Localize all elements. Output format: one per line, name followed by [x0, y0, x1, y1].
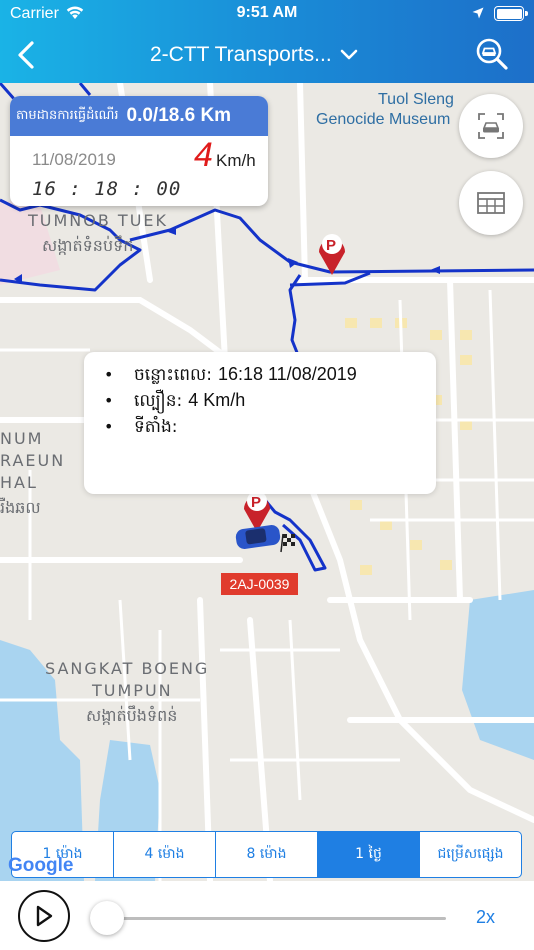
info-row-speed: • ល្បឿន: 4 Km/h	[104, 390, 436, 416]
search-car-icon	[476, 38, 508, 70]
info-bullet: •	[104, 391, 114, 410]
playback-slider[interactable]	[89, 901, 446, 935]
info-label-location: ទីតាំង:	[134, 417, 178, 437]
status-bar: Carrier 9:51 AM	[0, 0, 534, 28]
playback-bar: 2x	[0, 881, 534, 950]
map-label-boeng-2: TUMPUN	[92, 681, 173, 700]
back-button[interactable]	[10, 36, 46, 74]
time-range-segments: 1 ម៉ោង 4 ម៉ោង 8 ម៉ោង 1 ថ្ងៃ ជម្រើសផ្សេង	[11, 831, 522, 878]
search-car-button[interactable]	[474, 36, 510, 72]
chevron-left-icon	[18, 41, 34, 69]
info-value-speed: 4 Km/h	[188, 390, 246, 410]
trip-summary-header: តាមដានការធ្វើដំណើរ 0.0/18.6 Km	[10, 96, 268, 136]
table-view-button[interactable]	[459, 171, 523, 235]
map-label-tumnob-tuek: TUMNOB TUEK	[28, 211, 168, 230]
map-label-reungchol: រឺងឆល	[0, 498, 41, 517]
battery-icon	[494, 6, 528, 21]
play-icon	[36, 905, 53, 927]
svg-text:P: P	[251, 494, 261, 511]
location-arrow-icon	[472, 7, 484, 19]
playback-speed-button[interactable]: 2x	[476, 907, 495, 928]
car-view-button[interactable]	[459, 94, 523, 158]
segment-other-options[interactable]: ជម្រើសផ្សេង	[420, 832, 521, 877]
map-label-boeng-1: SANGKAT BOENG	[45, 659, 210, 678]
info-bullet: •	[104, 417, 114, 436]
page-title: 2-CTT Transports...	[150, 43, 332, 66]
trip-time: 16 : 18 : 00	[32, 178, 182, 200]
info-value-time: 16:18 11/08/2019	[217, 364, 357, 384]
info-label-time: ចន្លោះពេល:	[134, 365, 212, 385]
google-logo-text: Google	[8, 855, 74, 876]
map-label-hal: HAL	[0, 473, 38, 492]
trip-date: 11/08/2019	[32, 150, 116, 169]
vehicle-selector[interactable]: 2-CTT Transports...	[150, 40, 410, 70]
status-time: 9:51 AM	[236, 4, 298, 21]
info-label-speed: ល្បឿន:	[134, 391, 183, 411]
map-label-boeng-km: សង្កាត់បឹងទំពន់	[86, 706, 178, 725]
info-bullet: •	[104, 365, 114, 384]
segment-4-hours[interactable]: 4 ម៉ោង	[114, 832, 216, 877]
segment-8-hours[interactable]: 8 ម៉ោង	[216, 832, 318, 877]
map-label-museum-1: Tuol Sleng	[378, 91, 454, 108]
map-label-num: NUM	[0, 429, 44, 448]
current-speed: 4	[194, 136, 213, 174]
info-row-location: • ទីតាំង:	[104, 416, 436, 442]
info-row-time: • ចន្លោះពេល: 16:18 11/08/2019	[104, 364, 436, 390]
trip-tracking-label: តាមដានការធ្វើដំណើរ	[16, 107, 119, 123]
vehicle-plate-badge[interactable]: 2AJ-0039	[221, 573, 298, 595]
playback-slider-thumb[interactable]	[89, 901, 124, 935]
map-label-tumnob-tuek-km: សង្កាត់ទំនប់ទឹក	[42, 236, 134, 255]
speed-unit: Km/h	[216, 151, 256, 170]
segment-1-day[interactable]: 1 ថ្ងៃ	[318, 832, 420, 877]
table-icon	[477, 192, 505, 214]
google-logo: Google	[8, 855, 73, 877]
chevron-down-icon	[340, 49, 357, 60]
map-label-museum-2: Genocide Museum	[316, 111, 451, 128]
trip-distance: 0.0/18.6 Km	[126, 105, 232, 126]
map-label-raeun: RAEUN	[0, 451, 66, 470]
svg-text:P: P	[326, 237, 336, 254]
car-frame-icon	[478, 113, 504, 139]
play-button[interactable]	[18, 890, 70, 942]
location-info-popup: • ចន្លោះពេល: 16:18 11/08/2019 • ល្បឿន: 4…	[84, 352, 436, 494]
app-header: Carrier 9:51 AM 2-CTT Transports...	[0, 0, 534, 83]
trip-summary-card: តាមដានការធ្វើដំណើរ 0.0/18.6 Km 11/08/201…	[10, 96, 268, 206]
